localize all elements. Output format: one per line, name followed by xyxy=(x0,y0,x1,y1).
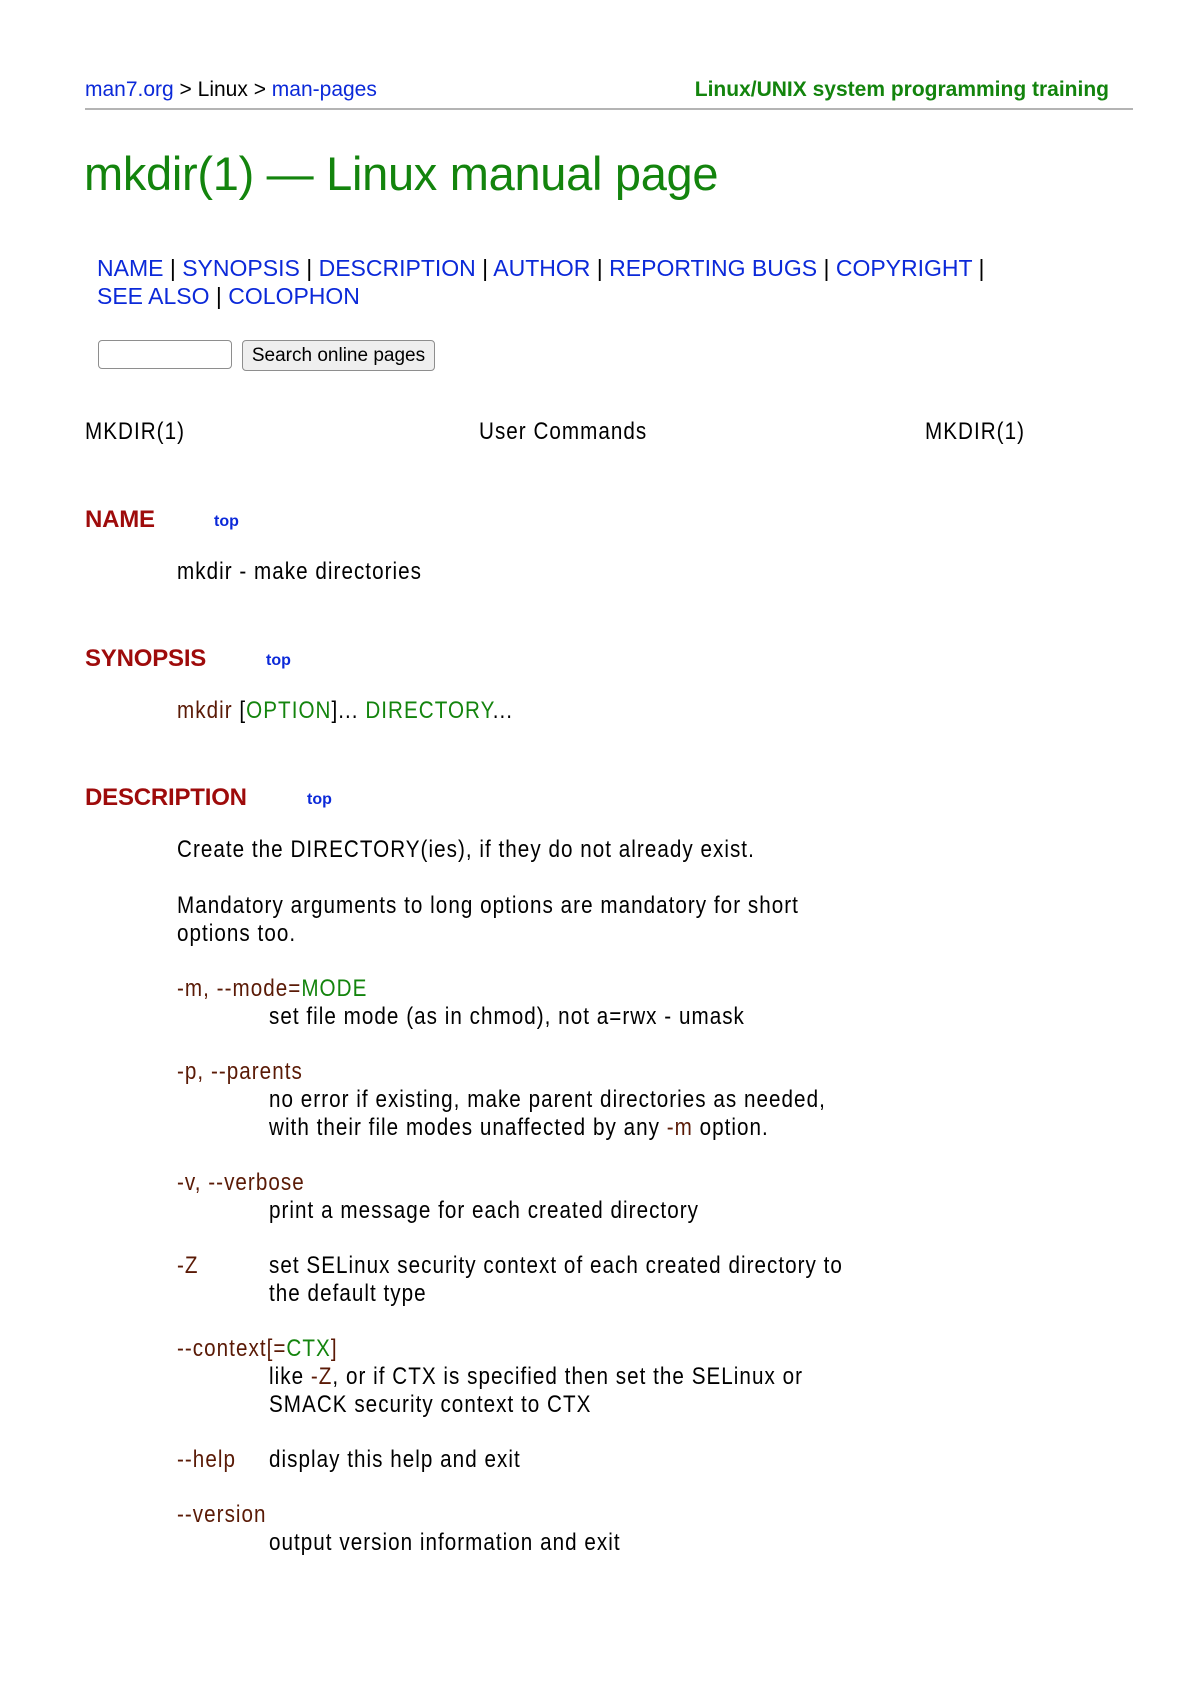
toc-link-name[interactable]: NAME xyxy=(97,255,163,281)
breadcrumb-man7-link[interactable]: man7.org xyxy=(85,78,174,101)
inline-flag-z: -Z xyxy=(310,1363,333,1390)
toc-link-reporting-bugs[interactable]: REPORTING BUGS xyxy=(609,255,817,281)
toc-separator: | xyxy=(482,255,489,281)
top-link[interactable]: top xyxy=(214,513,239,531)
option-version-description: output version information and exit xyxy=(269,1529,621,1556)
breadcrumb-separator: > xyxy=(247,78,272,101)
option-mode-flag: -m, --mode= xyxy=(177,975,302,1002)
man-header-left: MKDIR(1) xyxy=(85,418,185,445)
name-description: mkdir - make directories xyxy=(177,558,422,585)
top-link[interactable]: top xyxy=(307,791,332,809)
option-help-flag: --help xyxy=(177,1446,236,1473)
page-title: mkdir(1) — Linux manual page xyxy=(84,147,719,200)
toc-link-synopsis[interactable]: SYNOPSIS xyxy=(182,255,300,281)
text-segment: with their file modes unaffected by any xyxy=(269,1114,667,1141)
toc-link-see-also[interactable]: SEE ALSO xyxy=(97,283,210,309)
toc-separator: | xyxy=(215,283,222,309)
option-context-arg: CTX xyxy=(286,1335,331,1362)
breadcrumb: man7.org > Linux > man-pages xyxy=(85,78,377,102)
breadcrumb-linux: Linux xyxy=(197,78,248,101)
option-verbose-flag: -v, --verbose xyxy=(177,1169,305,1196)
option-verbose-description: print a message for each created directo… xyxy=(269,1197,699,1224)
synopsis-directory-arg: DIRECTORY xyxy=(365,697,493,724)
inline-flag-m: -m xyxy=(666,1114,693,1141)
option-parents-flag: -p, --parents xyxy=(177,1058,303,1085)
toc-separator: | xyxy=(169,255,176,281)
text-segment: option. xyxy=(692,1114,769,1141)
option-help-description: display this help and exit xyxy=(269,1446,521,1473)
toc-link-description[interactable]: DESCRIPTION xyxy=(319,255,476,281)
option-context-close: ] xyxy=(330,1335,338,1362)
synopsis-ellipsis: ... xyxy=(492,697,514,724)
description-mandatory-line-2: options too. xyxy=(177,920,297,947)
section-heading-name: NAME xyxy=(85,506,155,533)
synopsis-command-link[interactable]: mkdir xyxy=(177,697,233,724)
option-mode: -m, --mode=MODE xyxy=(177,975,367,1003)
toc-separator: | xyxy=(823,255,830,281)
option-context-flag: --context[= xyxy=(177,1335,287,1362)
breadcrumb-separator: > xyxy=(173,78,198,101)
synopsis-line: mkdir [OPTION]... DIRECTORY... xyxy=(177,697,513,725)
option-parents-description-2: with their file modes unaffected by any … xyxy=(269,1114,769,1142)
section-heading-synopsis: SYNOPSIS xyxy=(85,645,207,672)
option-version-flag: --version xyxy=(177,1501,267,1528)
option-parents-description-1: no error if existing, make parent direct… xyxy=(269,1086,826,1113)
option-z-description-1: set SELinux security context of each cre… xyxy=(269,1252,843,1279)
option-z-description-2: the default type xyxy=(269,1280,427,1307)
synopsis-close: ]... xyxy=(331,697,366,724)
option-mode-description: set file mode (as in chmod), not a=rwx -… xyxy=(269,1003,745,1030)
text-segment: like xyxy=(269,1363,311,1390)
option-z-flag: -Z xyxy=(177,1252,199,1279)
section-heading-description: DESCRIPTION xyxy=(85,784,247,811)
text-segment: , or if CTX is specified then set the SE… xyxy=(332,1363,803,1390)
option-context-description-1: like -Z, or if CTX is specified then set… xyxy=(269,1363,803,1391)
man-header-center: User Commands xyxy=(479,418,648,445)
top-bar: man7.org > Linux > man-pages Linux/UNIX … xyxy=(85,74,1133,110)
search-input[interactable] xyxy=(98,340,232,369)
top-link[interactable]: top xyxy=(266,652,291,670)
description-mandatory-line-1: Mandatory arguments to long options are … xyxy=(177,892,799,919)
option-mode-arg: MODE xyxy=(301,975,368,1002)
toc-link-author[interactable]: AUTHOR xyxy=(493,255,590,281)
man-header-right: MKDIR(1) xyxy=(925,418,1025,445)
toc-separator: | xyxy=(978,255,985,281)
option-context-description-2: SMACK security context to CTX xyxy=(269,1391,592,1418)
training-link[interactable]: Linux/UNIX system programming training xyxy=(695,78,1109,102)
breadcrumb-man-pages-link[interactable]: man-pages xyxy=(272,78,377,101)
synopsis-bracket: [ xyxy=(232,697,247,724)
toc-link-copyright[interactable]: COPYRIGHT xyxy=(836,255,972,281)
toc-link-colophon[interactable]: COLOPHON xyxy=(228,283,360,309)
section-nav: NAME | SYNOPSIS | DESCRIPTION | AUTHOR |… xyxy=(97,254,1057,310)
description-intro: Create the DIRECTORY(ies), if they do no… xyxy=(177,836,755,863)
search-online-pages-button[interactable]: Search online pages xyxy=(242,340,435,371)
option-context: --context[=CTX] xyxy=(177,1335,338,1363)
toc-separator: | xyxy=(306,255,313,281)
synopsis-option-arg: OPTION xyxy=(246,697,332,724)
toc-separator: | xyxy=(596,255,603,281)
